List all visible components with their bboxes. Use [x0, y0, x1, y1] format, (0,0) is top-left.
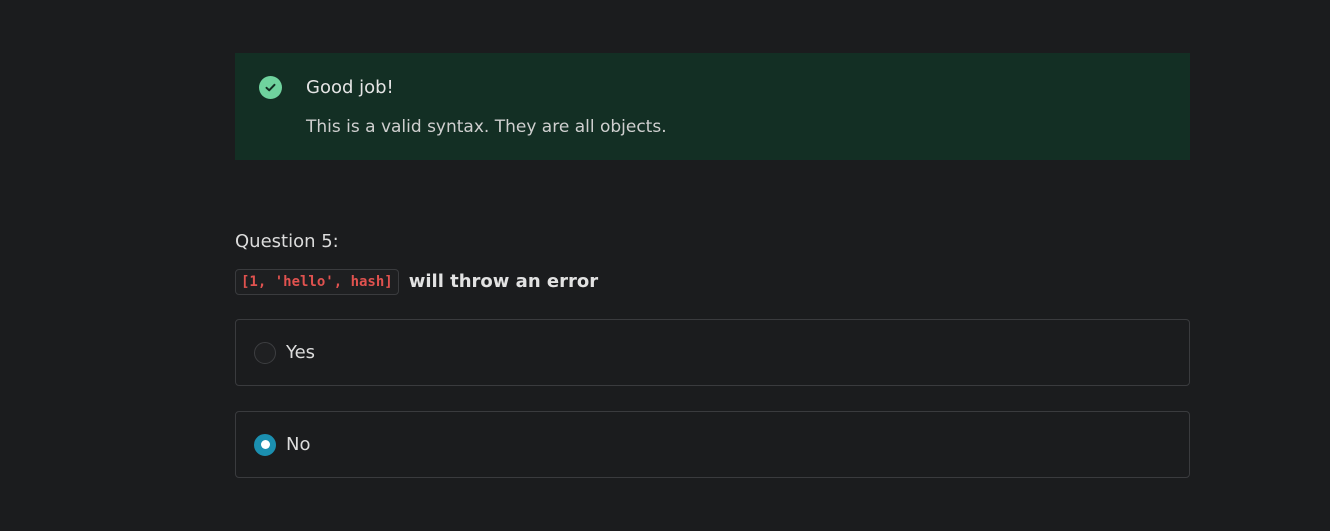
feedback-banner: Good job! This is a valid syntax. They a… — [235, 53, 1190, 160]
radio-yes[interactable] — [254, 341, 276, 364]
feedback-message: This is a valid syntax. They are all obj… — [306, 117, 667, 137]
quiz-page: Good job! This is a valid syntax. They a… — [0, 0, 1330, 531]
radio-selected-dot — [260, 440, 270, 449]
feedback-title: Good job! — [306, 77, 394, 98]
question-number: Question 5: — [235, 231, 339, 252]
radio-no[interactable] — [254, 433, 276, 456]
check-circle-icon — [259, 76, 282, 99]
option-yes[interactable]: Yes — [235, 319, 1190, 386]
option-label-no: No — [286, 434, 311, 455]
question-statement: will throw an error — [408, 271, 599, 292]
option-label-yes: Yes — [286, 342, 316, 363]
option-no[interactable]: No — [235, 411, 1190, 478]
code-snippet: [1, 'hello', hash] — [235, 268, 399, 295]
question-text: [1, 'hello', hash] will throw an error — [235, 268, 598, 295]
